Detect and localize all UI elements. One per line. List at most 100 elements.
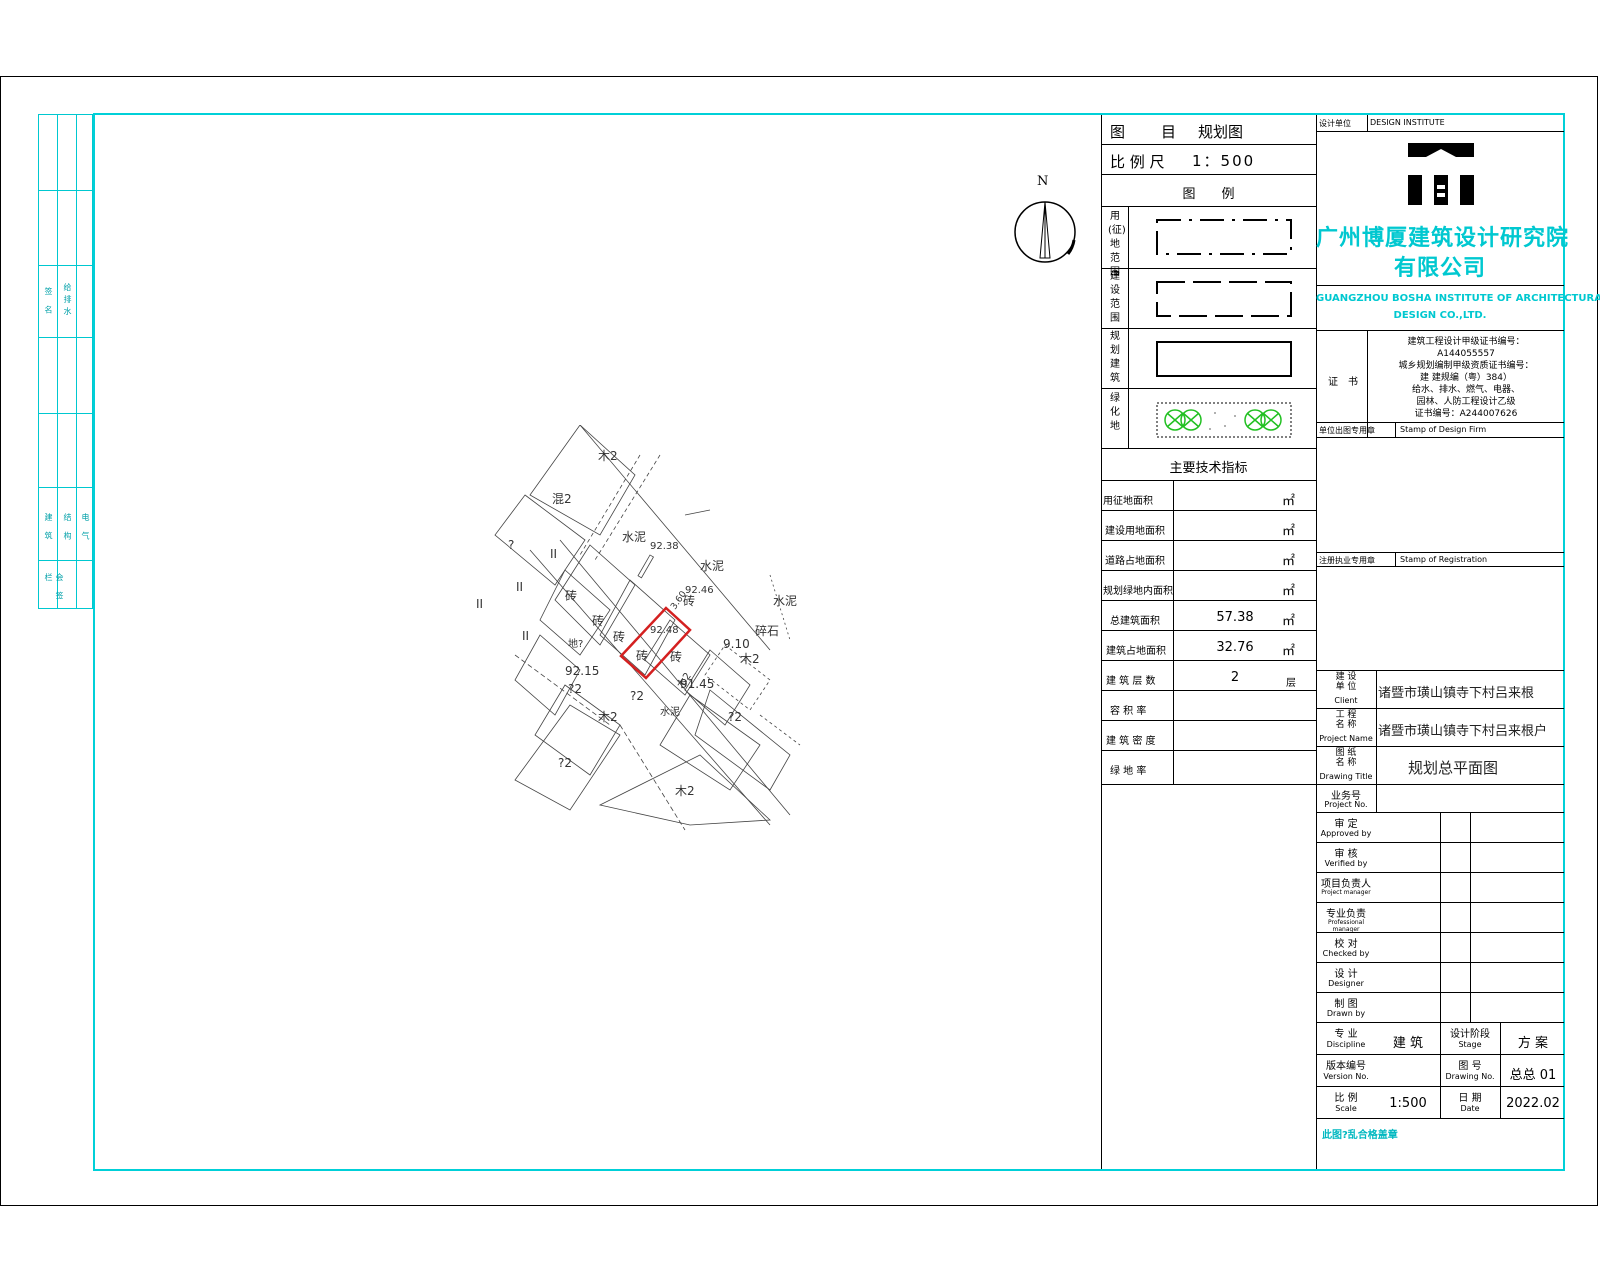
signoff-designer: 设 计: [1334, 969, 1358, 980]
unit-label: 设计单位: [1319, 119, 1351, 128]
drawing-no-label-en: Drawing No.: [1445, 1072, 1495, 1081]
strip-label-countersign: 会 签 栏: [44, 573, 64, 604]
ind-unit-0: ㎡: [1282, 494, 1296, 509]
signoff-verified: 审 核: [1334, 849, 1358, 860]
signoff-drawn: 制 图: [1334, 999, 1358, 1010]
ind-unit-5: ㎡: [1282, 644, 1296, 659]
ind-label-4: 总建筑面积: [1110, 616, 1160, 627]
plan-label: 砖: [636, 648, 648, 663]
reg-label: 注册执业专用章: [1319, 556, 1375, 565]
plan-label: II: [516, 580, 523, 594]
ind-label-5: 建筑占地面积: [1106, 646, 1166, 657]
company-logo-icon: [1408, 143, 1474, 205]
north-arrow: N: [1010, 172, 1080, 267]
signoff-prof-en: Professional manager: [1327, 919, 1365, 933]
ind-label-8: 建 筑 密 度: [1106, 736, 1156, 747]
plan-label: 92.15: [565, 664, 599, 678]
ind-label-3: 规划绿地内面积: [1103, 586, 1173, 597]
signoff-drawn-en: Drawn by: [1326, 1009, 1366, 1018]
company-name-cn-2: 有限公司: [1393, 256, 1486, 281]
project-value-name: 诸暨市璜山镇寺下村吕来根户: [1378, 724, 1548, 739]
plan-label: 木2: [675, 784, 695, 798]
ind-label-9: 绿 地 率: [1110, 766, 1147, 777]
signoff-checked: 校 对: [1334, 939, 1358, 950]
drawing-no-value: 总总 01: [1509, 1068, 1557, 1083]
version-label: 版本编号: [1326, 1061, 1366, 1072]
plan-label: 木2: [740, 652, 760, 666]
stage-value: 方 案: [1517, 1036, 1549, 1051]
strip-label-arch: 建 筑: [44, 513, 53, 544]
plan-label: 砖: [565, 588, 577, 603]
plan-label: 砖: [592, 613, 604, 628]
plan-label: 砖: [613, 629, 625, 644]
project-label-title-en: Drawing Title: [1319, 772, 1373, 781]
ind-label-2: 道路占地面积: [1105, 556, 1165, 567]
plan-label: 92.48: [650, 625, 679, 636]
discipline-label: 专 业: [1334, 1029, 1358, 1040]
plan-label: ?2: [728, 710, 742, 724]
plan-label: ?2: [568, 682, 582, 696]
dash-rect-icon: [1156, 281, 1292, 317]
drawing-no-label: 图 号: [1458, 1061, 1482, 1072]
scale-label-2-en: Scale: [1335, 1104, 1357, 1113]
legend-title: 图 例: [1182, 187, 1235, 202]
ind-value-4: 57.38: [1216, 610, 1254, 625]
project-value-title: 规划总平面图: [1408, 759, 1499, 777]
stage-label-en: Stage: [1458, 1040, 1482, 1049]
project-label-no-en: Project No.: [1324, 800, 1368, 809]
plan-label: 水泥: [622, 530, 646, 544]
cert-line: 给水、排水、燃气、电器、: [1411, 385, 1520, 395]
version-label-en: Version No.: [1323, 1072, 1369, 1081]
stage-label: 设计阶段: [1450, 1029, 1490, 1040]
plan-label: 水泥: [660, 705, 680, 718]
scale-value: 1：500: [1192, 152, 1256, 170]
signoff-pm-en: Project manager: [1321, 889, 1371, 896]
plan-label: ?2: [630, 689, 644, 703]
legend-label-building: 规划建筑: [1110, 331, 1120, 384]
plan-label: 砖: [670, 649, 682, 664]
scale-label-2: 比 例: [1334, 1093, 1358, 1104]
ind-unit-6: 层: [1286, 678, 1296, 689]
plan-label: II: [522, 629, 529, 643]
stamp-label-en: Stamp of Design Firm: [1400, 425, 1487, 434]
stamp-label: 单位出图专用章: [1319, 426, 1375, 435]
ind-unit-3: ㎡: [1282, 584, 1296, 599]
ind-unit-4: ㎡: [1282, 614, 1296, 629]
project-label-name: 工 程 名 称: [1335, 710, 1357, 730]
plan-label: 92.38: [650, 541, 679, 552]
plan-label: 碎石: [755, 623, 779, 638]
plan-label: 地?: [568, 637, 583, 650]
countersign-strip: 签 名 给排水 建 筑 结 构 电 气 会 签 栏: [38, 114, 93, 609]
ind-unit-1: ㎡: [1282, 524, 1296, 539]
ind-value-6: 2: [1230, 670, 1240, 685]
plan-label: II: [550, 547, 557, 561]
plan-label: 木2: [598, 449, 618, 463]
reg-label-en: Stamp of Registration: [1400, 555, 1488, 564]
scale-label: 比 例 尺: [1110, 153, 1165, 171]
signoff-approved-en: Approved by: [1320, 829, 1372, 838]
strip-label-plumbing: 给排水: [63, 283, 72, 319]
cert-line: 城乡规划编制甲级资质证书编号：: [1398, 361, 1534, 371]
cert-line: A144055557: [1437, 349, 1495, 359]
unit-label-en: DESIGN INSTITUTE: [1370, 118, 1445, 127]
strip-label-sign: 签 名: [44, 287, 53, 318]
cert-line: 建筑工程设计甲级证书编号：: [1407, 337, 1525, 347]
date-label-en: Date: [1460, 1104, 1480, 1113]
discipline-value: 建 筑: [1392, 1036, 1424, 1051]
ind-unit-2: ㎡: [1282, 554, 1296, 569]
cert-line: 园林、人防工程设计乙级: [1416, 397, 1516, 407]
green-hatch-icon: [1156, 402, 1292, 438]
project-value-client: 诸暨市璜山镇寺下村吕来根: [1378, 686, 1535, 701]
drawing-label: 图 目: [1110, 123, 1179, 141]
drawing-name: 规划图: [1198, 123, 1244, 141]
cert-block: 建筑工程设计甲级证书编号： A144055557 城乡规划编制甲级资质证书编号：…: [1370, 336, 1562, 420]
strip-label-struct: 结 构: [63, 513, 72, 544]
ind-label-0: 用征地面积: [1103, 496, 1153, 507]
ind-label-6: 建 筑 层 数: [1106, 676, 1156, 687]
signoff-checked-en: Checked by: [1322, 949, 1370, 958]
discipline-label-en: Discipline: [1326, 1040, 1366, 1049]
company-name-en-2: DESIGN CO.,LTD.: [1393, 310, 1487, 321]
project-label-title: 图 纸 名 称: [1335, 748, 1357, 768]
plan-label: 木2: [598, 710, 618, 724]
project-label-client-en: Client: [1334, 696, 1358, 705]
